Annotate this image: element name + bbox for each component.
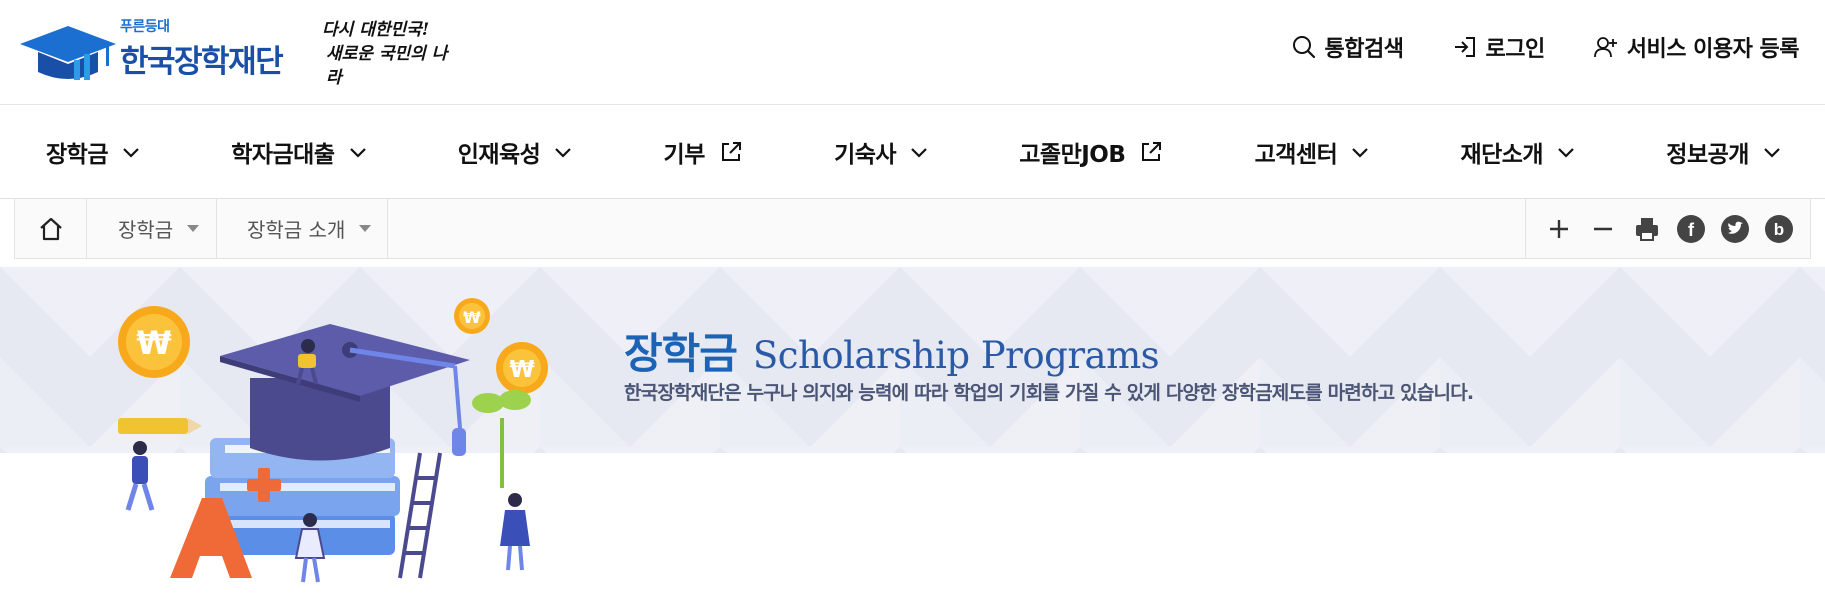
- zoom-in-button[interactable]: [1544, 214, 1574, 244]
- nav-item-label: 고객센터: [1254, 142, 1338, 168]
- caret-down-icon: [359, 225, 372, 232]
- page-tools: f b: [1525, 199, 1810, 258]
- chevron-down-icon: [1558, 148, 1574, 158]
- chevron-down-icon: [123, 148, 139, 158]
- page-title-english: Scholarship Programs: [752, 334, 1160, 377]
- kosaf-logo[interactable]: 푸른등대 한국장학재단: [20, 14, 300, 80]
- utility-nav: 통합검색 로그인 서비스 이용자 등록: [1243, 31, 1800, 63]
- main-nav-list: 장학금 학자금대출 인재육성 기부 기숙사 고졸만JOB 고객센터 재단소개 정…: [0, 105, 1825, 199]
- zoom-out-icon: [1594, 227, 1612, 230]
- scholarship-illustration: ₩ ₩ ₩: [118, 298, 548, 583]
- nav-item-label: 기부: [663, 142, 706, 168]
- print-icon: [1636, 217, 1658, 241]
- page-title-korean: 장학금: [624, 329, 738, 378]
- logo-title: 한국장학재단: [120, 44, 284, 80]
- nav-item-foundation-intro[interactable]: 재단소개: [1460, 135, 1575, 169]
- register-link-label: 서비스 이용자 등록: [1626, 37, 1800, 62]
- svg-text:f: f: [1688, 220, 1695, 240]
- nav-item-scholarship[interactable]: 장학금: [46, 135, 140, 169]
- twitter-icon: [1721, 214, 1749, 243]
- breadcrumb-depth2[interactable]: 장학금 소개: [217, 199, 388, 258]
- login-icon: [1454, 37, 1475, 57]
- nav-item-label: 고졸만JOB: [1019, 142, 1126, 168]
- login-link-label: 로그인: [1485, 37, 1546, 62]
- slogan-line-1: 다시 대한민국!: [322, 20, 430, 40]
- chevron-down-icon: [1764, 148, 1780, 158]
- nav-item-label: 정보공개: [1666, 142, 1749, 168]
- add-user-icon: [1593, 37, 1617, 58]
- breadcrumb-depth2-label: 장학금 소개: [247, 218, 346, 242]
- nav-item-label: 학자금대출: [231, 142, 335, 168]
- facebook-icon: f: [1677, 214, 1705, 243]
- external-link-icon: [1142, 142, 1162, 161]
- register-link[interactable]: 서비스 이용자 등록: [1593, 31, 1800, 63]
- blog-icon: b: [1765, 214, 1793, 243]
- nav-item-disclosure[interactable]: 정보공개: [1666, 135, 1781, 169]
- search-link-label: 통합검색: [1324, 37, 1404, 62]
- logo-subtitle: 푸른등대: [120, 19, 170, 35]
- home-icon: [39, 217, 62, 240]
- svg-text:₩: ₩: [463, 308, 481, 327]
- zoom-out-button[interactable]: [1588, 214, 1618, 244]
- won-coin-icon: ₩: [496, 342, 548, 394]
- nav-item-talent-development[interactable]: 인재육성: [458, 135, 573, 169]
- nav-item-label: 장학금: [46, 142, 108, 168]
- chevron-down-icon: [349, 148, 366, 158]
- main-nav: 장학금 학자금대출 인재육성 기부 기숙사 고졸만JOB 고객센터 재단소개 정…: [0, 105, 1825, 199]
- facebook-share-button[interactable]: f: [1676, 214, 1706, 244]
- won-coin-icon: ₩: [118, 306, 190, 378]
- external-link-icon: [721, 142, 741, 161]
- nav-item-label: 인재육성: [457, 142, 541, 168]
- nav-item-highschool-job[interactable]: 고졸만JOB: [1019, 135, 1163, 169]
- twitter-share-button[interactable]: [1720, 214, 1750, 244]
- svg-text:₩: ₩: [509, 357, 535, 383]
- page-description: 한국장학재단은 누구나 의지와 능력에 따라 학업의 기회를 가질 수 있게 다…: [624, 382, 1474, 404]
- nav-item-dormitory[interactable]: 기숙사: [834, 135, 928, 169]
- nav-item-student-loan[interactable]: 학자금대출: [231, 135, 366, 169]
- graduation-cap-logo-icon: [20, 26, 116, 80]
- home-button[interactable]: [15, 199, 87, 258]
- svg-text:b: b: [1774, 220, 1784, 239]
- zoom-in-icon: [1550, 219, 1568, 238]
- location-bar: 장학금 장학금 소개 f b: [14, 199, 1811, 259]
- search-link[interactable]: 통합검색: [1291, 31, 1404, 63]
- chevron-down-icon: [911, 148, 927, 158]
- nav-item-label: 재단소개: [1460, 142, 1544, 168]
- breadcrumb-depth1-label: 장학금: [118, 218, 174, 242]
- slogan: 다시 대한민국! 새로운 국민의 나라: [322, 18, 452, 90]
- slogan-line-2: 새로운 국민의 나라: [326, 44, 448, 88]
- nav-item-customer-center[interactable]: 고객센터: [1255, 135, 1370, 169]
- page-title: 장학금 Scholarship Programs: [624, 320, 1160, 381]
- won-coin-icon: ₩: [454, 298, 490, 334]
- chevron-down-icon: [555, 148, 572, 158]
- login-link[interactable]: 로그인: [1452, 31, 1545, 63]
- svg-text:₩: ₩: [136, 324, 171, 362]
- search-icon: [1292, 36, 1315, 59]
- caret-down-icon: [187, 225, 200, 232]
- blog-share-button[interactable]: b: [1764, 214, 1794, 244]
- print-button[interactable]: [1632, 214, 1662, 244]
- nav-item-donation[interactable]: 기부: [664, 135, 743, 169]
- nav-item-label: 기숙사: [834, 142, 897, 168]
- breadcrumb-depth1[interactable]: 장학금: [88, 199, 217, 258]
- chevron-down-icon: [1352, 148, 1369, 158]
- top-header: 푸른등대 한국장학재단 다시 대한민국! 새로운 국민의 나라 통합검색 로그인…: [0, 0, 1825, 105]
